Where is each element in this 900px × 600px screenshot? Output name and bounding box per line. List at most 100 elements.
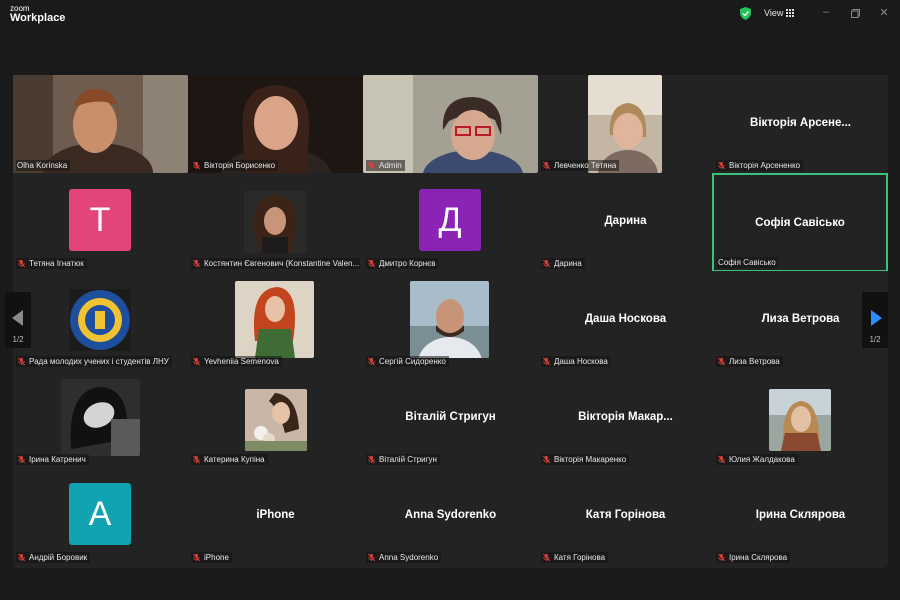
participant-display-name: Вікторія Арсене... [750,117,851,129]
brand-big: Workplace [10,12,66,24]
participant-display-name: Дарина [604,215,647,227]
minimize-button[interactable]: – [819,6,833,18]
participant-tile[interactable]: Рада молодих учених і студентів ЛНУ [13,271,188,369]
chevron-right-icon [871,310,882,326]
close-button[interactable]: ✕ [877,6,891,19]
mic-muted-icon [192,259,201,268]
participant-tile[interactable]: Anna Sydorenko Anna Sydorenko [363,467,538,565]
mic-muted-icon [717,357,726,366]
zoom-workplace-logo: zoom Workplace [10,4,66,24]
participant-name: Admin [366,160,405,171]
participant-name: Вікторія Макаренко [541,454,630,465]
chevron-left-icon [12,310,23,326]
participant-tile[interactable]: А Андрій Боровик [13,467,188,565]
participant-display-name: Софія Савісько [755,217,845,229]
view-button[interactable]: View [764,8,783,18]
mic-muted-icon [542,455,551,464]
participant-name: Anna Sydorenko [366,552,442,563]
participant-tile[interactable]: Катерина Купіна [188,369,363,467]
participant-tile[interactable]: Ірина Катренич [13,369,188,467]
participant-tile[interactable]: Ірина Склярова Ірина Склярова [713,467,888,565]
participant-name: Катя Горінова [541,552,609,563]
mic-muted-icon [17,357,26,366]
participant-name: Сергій Сидоренко [366,356,449,367]
participant-display-name: iPhone [256,509,295,521]
grid-view-icon[interactable] [786,9,794,17]
participant-tile[interactable]: Д Дмитро Корнєв [363,173,538,271]
mic-muted-icon [192,455,201,464]
next-page-button[interactable]: 1/2 [862,292,888,348]
participant-name: iPhone [191,552,232,563]
participant-name: Дмитро Корнєв [366,258,439,269]
page-indicator: 1/2 [869,335,881,344]
mic-muted-icon [17,259,26,268]
mic-muted-icon [367,455,376,464]
profile-picture [245,389,307,451]
participant-tile[interactable]: Yevheniia Semenova [188,271,363,369]
mic-muted-icon [367,553,376,562]
participant-display-name: Ірина Склярова [755,509,846,521]
mic-muted-icon [542,553,551,562]
participant-tile[interactable]: Даша Носкова Даша Носкова [538,271,713,369]
mic-muted-icon [542,357,551,366]
mic-muted-icon [717,161,726,170]
participant-name: Тетяна Ігнатюк [16,258,87,269]
mic-muted-icon [367,161,376,170]
mic-muted-icon [367,357,376,366]
mic-muted-icon [367,259,376,268]
participant-name: Вікторія Борисенко [191,160,279,171]
video-feed [13,75,188,173]
video-feed [188,75,363,173]
participant-tile[interactable]: Костянтин Євгенович (Konstantine Valen..… [188,173,363,271]
active-speaker-tile[interactable]: Софія Савісько Софія Савісько [712,173,888,272]
mic-muted-icon [192,553,201,562]
participant-name: Андрій Боровик [16,552,91,563]
participant-tile[interactable]: Дарина Дарина [538,173,713,271]
participant-tile[interactable]: iPhone iPhone [188,467,363,565]
participant-tile[interactable]: Юлия Жалдакова [713,369,888,467]
profile-picture [410,281,489,358]
video-feed [363,75,538,173]
security-shield-icon[interactable] [740,7,751,20]
participant-tile[interactable]: Левченко Тетяна [538,75,713,173]
participant-tile[interactable]: Сергій Сидоренко [363,271,538,369]
profile-picture [235,281,314,358]
participant-display-name: Віталій Стригун [405,411,496,423]
video-feed [588,75,662,173]
participant-tile[interactable]: Вікторія Макар... Вікторія Макаренко [538,369,713,467]
video-gallery: Olha Korinska Вікторія Борисенко Admin Л… [13,75,888,568]
participant-tile[interactable]: Катя Горінова Катя Горінова [538,467,713,565]
mic-muted-icon [17,553,26,562]
mic-muted-icon [542,161,551,170]
participant-tile[interactable]: Віталій Стригун Віталій Стригун [363,369,538,467]
mic-muted-icon [192,161,201,170]
previous-page-button[interactable]: 1/2 [5,292,31,348]
participant-name: Софія Савісько [717,257,779,268]
participant-tile[interactable]: Admin [363,75,538,173]
participant-display-name: Anna Sydorenko [404,509,497,521]
participant-display-name: Вікторія Макар... [578,411,673,423]
participant-name: Юлия Жалдакова [716,454,798,465]
participant-name: Ірина Катренич [16,454,89,465]
participant-display-name: Катя Горінова [585,509,666,521]
participant-name: Віталій Стригун [366,454,440,465]
participant-tile[interactable]: Вікторія Борисенко [188,75,363,173]
participant-name: Лиза Ветрова [716,356,783,367]
participant-name: Рада молодих учених і студентів ЛНУ [16,356,172,367]
participant-name: Костянтин Євгенович (Konstantine Valen..… [191,258,360,269]
maximize-button[interactable] [851,9,860,18]
mic-muted-icon [17,455,26,464]
participant-name: Дарина [541,258,585,269]
avatar: Т [69,189,131,251]
avatar: А [69,483,131,545]
mic-muted-icon [192,357,201,366]
participant-tile[interactable]: Т Тетяна Ігнатюк [13,173,188,271]
participant-tile[interactable]: Вікторія Арсене... Вікторія Арсененко [713,75,888,173]
mic-muted-icon [542,259,551,268]
participant-display-name: Даша Носкова [584,313,667,325]
participant-tile[interactable]: Olha Korinska [13,75,188,173]
profile-picture [61,379,140,456]
participant-name: Ірина Склярова [716,552,791,563]
profile-picture [769,389,831,451]
participant-name: Катерина Купіна [191,454,268,465]
